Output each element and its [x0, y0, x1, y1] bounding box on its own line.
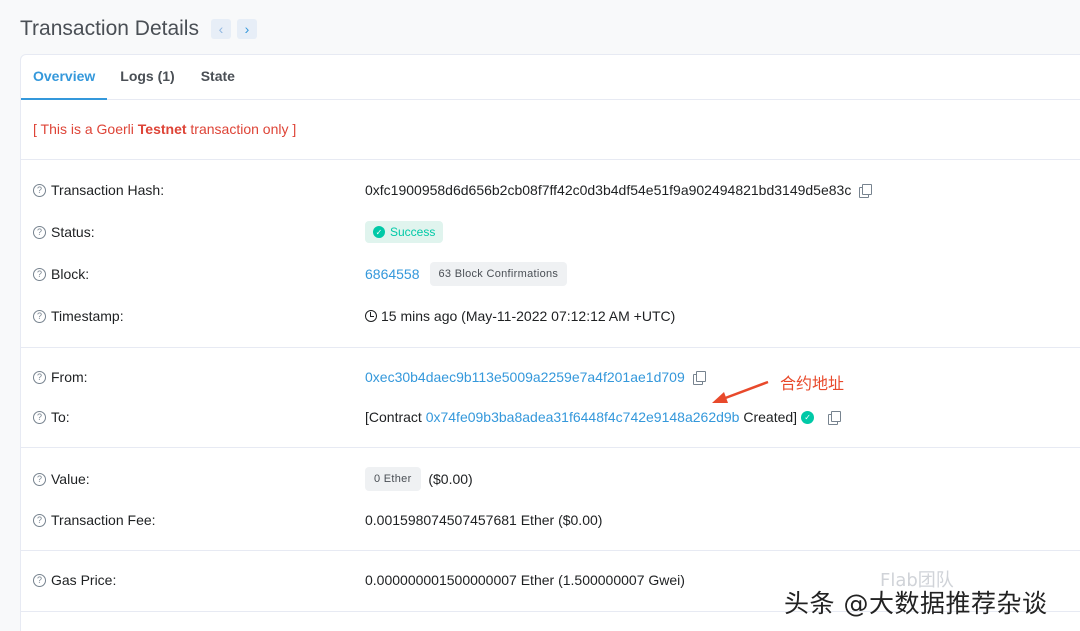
annotation-label: 合约地址 [780, 374, 845, 393]
testnet-bold: Testnet [137, 121, 187, 137]
tx-hash-label: Transaction Hash: [51, 182, 165, 198]
row-block: ? Block: 6864558 63 Block Confirmations [33, 262, 1073, 286]
help-icon[interactable]: ? [33, 370, 46, 384]
row-to: ? To: [Contract 0x74fe09b3ba8adea31f6448f… [33, 406, 1073, 428]
check-circle-icon: ✓ [373, 226, 385, 238]
divider [21, 347, 1080, 348]
row-status: ? Status: ✓ Success [33, 221, 1073, 243]
value-usd: ($0.00) [428, 471, 473, 487]
block-label: Block: [51, 266, 90, 282]
timestamp-value: 15 mins ago (May-11-2022 07:12:12 AM +UT… [381, 308, 676, 324]
row-fee: ? Transaction Fee: 0.001598074507457681 E… [33, 509, 1073, 531]
gas-price-label: Gas Price: [51, 572, 117, 588]
tab-bar: Overview Logs (1) State [21, 55, 1080, 100]
ether-amount-badge: 0 Ether [365, 467, 421, 491]
from-address-link[interactable]: 0xec30b4daec9b113e5009a2259e7a4f201ae1d7… [365, 369, 685, 385]
watermark: 头条 @大数据推荐杂谈 [784, 589, 1048, 618]
row-from: ? From: 0xec30b4daec9b113e5009a2259e7a4f2… [33, 366, 1073, 388]
status-badge: ✓ Success [365, 221, 444, 243]
row-value: ? Value: 0 Ether ($0.00) [33, 467, 1073, 491]
help-icon[interactable]: ? [33, 573, 46, 587]
contract-address-link[interactable]: 0x74fe09b3ba8adea31f6448f4c742e9148a262d… [426, 409, 740, 425]
chevron-left-icon: ‹ [218, 21, 224, 37]
help-icon[interactable]: ? [33, 513, 46, 527]
help-icon[interactable]: ? [33, 410, 46, 424]
gas-price-value: 0.000000001500000007 Ether (1.500000007 … [365, 572, 685, 588]
to-suffix: Created] [743, 409, 798, 425]
to-prefix: [Contract [365, 409, 422, 425]
next-transaction-button[interactable]: › [236, 19, 257, 39]
divider [21, 447, 1080, 448]
divider [21, 550, 1080, 551]
help-icon[interactable]: ? [33, 225, 46, 239]
clock-icon [365, 310, 377, 322]
tab-overview[interactable]: Overview [21, 55, 108, 100]
help-icon[interactable]: ? [33, 472, 46, 486]
status-label: Status: [51, 224, 95, 240]
chevron-right-icon: › [244, 21, 250, 37]
testnet-notice: [ This is a Goerli Testnet transaction o… [33, 121, 296, 137]
status-value: Success [390, 225, 436, 239]
annotation-arrow-icon [712, 380, 769, 403]
row-tx-hash: ? Transaction Hash: 0xfc1900958d6d656b2cb… [33, 179, 1073, 201]
page-title: Transaction Details [20, 17, 199, 40]
tab-state[interactable]: State [188, 55, 248, 100]
copy-icon[interactable] [692, 370, 706, 385]
value-label: Value: [51, 471, 90, 487]
tab-logs[interactable]: Logs (1) [107, 55, 187, 100]
testnet-prefix: [ This is a Goerli [33, 121, 138, 137]
fee-label: Transaction Fee: [51, 512, 156, 528]
prev-transaction-button[interactable]: ‹ [210, 19, 231, 39]
copy-icon[interactable] [828, 410, 842, 425]
testnet-suffix: transaction only ] [186, 121, 297, 137]
help-icon[interactable]: ? [33, 267, 46, 281]
help-icon[interactable]: ? [33, 183, 46, 197]
timestamp-label: Timestamp: [51, 308, 124, 324]
tx-hash-value: 0xfc1900958d6d656b2cb08f7ff42c0d3b4df54e… [365, 182, 852, 198]
verified-check-icon: ✓ [801, 410, 815, 424]
help-icon[interactable]: ? [33, 309, 46, 323]
from-label: From: [51, 369, 88, 385]
copy-icon[interactable] [859, 183, 873, 198]
block-link[interactable]: 6864558 [365, 266, 420, 282]
confirmations-badge: 63 Block Confirmations [429, 262, 568, 286]
divider [21, 159, 1080, 160]
page-header: Transaction Details ‹ › [20, 14, 263, 44]
fee-value: 0.001598074507457681 Ether ($0.00) [365, 512, 603, 528]
row-timestamp: ? Timestamp: 15 mins ago (May-11-2022 07:… [33, 305, 1073, 327]
transaction-card: Overview Logs (1) State [ This is a Goer… [20, 54, 1080, 631]
to-label: To: [51, 409, 70, 425]
